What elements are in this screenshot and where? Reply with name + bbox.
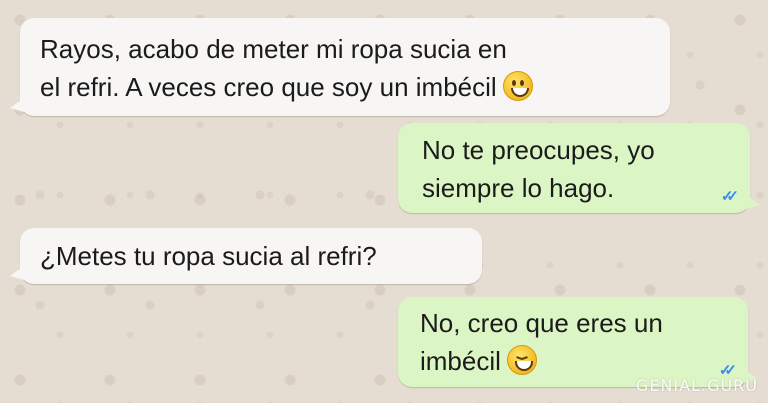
message-text: ¿Metes tu ropa sucia al refri?: [40, 241, 377, 271]
watermark: GENIAL.GURU: [635, 376, 758, 395]
outgoing-message-bubble[interactable]: No, creo que eres un imbécil ✓✓: [398, 297, 758, 387]
outgoing-message-bubble[interactable]: No te preocupes, yo siempre lo hago. ✓✓: [398, 123, 760, 213]
incoming-message-bubble[interactable]: Rayos, acabo de meter mi ropa sucia en e…: [10, 18, 670, 116]
message-text: No, creo que eres un imbécil: [420, 308, 663, 376]
grinning-face-icon: [502, 71, 533, 101]
incoming-message-bubble[interactable]: ¿Metes tu ropa sucia al refri?: [10, 228, 482, 284]
message-text: No te preocupes, yo siempre lo hago.: [422, 135, 655, 203]
chat-thread: Rayos, acabo de meter mi ropa sucia en e…: [0, 0, 768, 403]
read-receipt-double-check-icon: ✓✓: [720, 188, 739, 205]
squinting-laughing-face-icon: [506, 345, 537, 375]
message-text: Rayos, acabo de meter mi ropa sucia en e…: [40, 34, 507, 102]
